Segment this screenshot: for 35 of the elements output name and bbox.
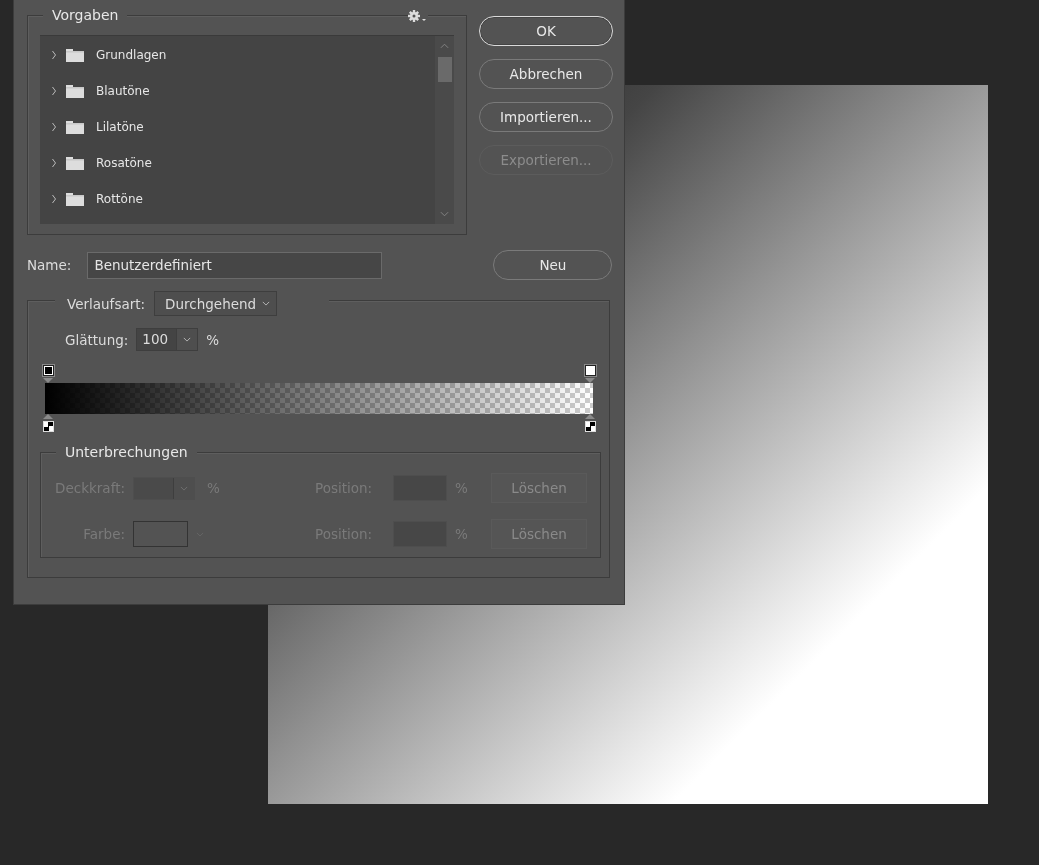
section-title: Vorgaben (43, 6, 128, 24)
gear-icon[interactable] (408, 10, 428, 22)
preset-folder-item[interactable]: Lilatöne (40, 109, 435, 145)
name-label: Name: (27, 257, 72, 273)
chevron-icon[interactable] (51, 158, 57, 168)
gradient-type-label: Verlaufsart: (67, 295, 146, 312)
gradient-type-dropdown[interactable]: Durchgehend (154, 291, 278, 316)
section-title: Unterbrechungen (56, 443, 197, 461)
folder-icon (66, 120, 84, 134)
caret-icon (183, 337, 192, 342)
chevron-icon[interactable] (51, 122, 57, 132)
scroll-thumb[interactable] (437, 57, 452, 82)
color-stop[interactable] (584, 414, 596, 432)
caret-icon (262, 301, 271, 306)
chevron-icon[interactable] (51, 86, 57, 96)
preset-folder-item[interactable]: Rosatöne (40, 145, 435, 181)
folder-icon (66, 84, 84, 98)
preset-folder-item[interactable]: Rottöne (40, 181, 435, 217)
gradient-bar[interactable] (45, 383, 593, 414)
folder-icon (66, 48, 84, 62)
preset-folder-item[interactable]: Grundlagen (40, 37, 435, 73)
caret-icon (180, 485, 188, 491)
folder-icon (66, 192, 84, 206)
chevron-icon[interactable] (51, 194, 57, 204)
folder-icon (66, 156, 84, 170)
chevron-icon[interactable] (51, 50, 57, 60)
percent-label: % (455, 526, 469, 542)
name-field[interactable]: Benutzerdefiniert (87, 251, 383, 279)
percent-label: % (455, 480, 469, 496)
smoothing-label: Glättung: (65, 331, 129, 348)
color-stop[interactable] (42, 414, 54, 432)
percent-label: % (207, 480, 220, 496)
smoothing-field[interactable]: 100 (136, 328, 199, 351)
preset-folder-item[interactable]: Blautöne (40, 73, 435, 109)
percent-label: % (206, 331, 220, 348)
